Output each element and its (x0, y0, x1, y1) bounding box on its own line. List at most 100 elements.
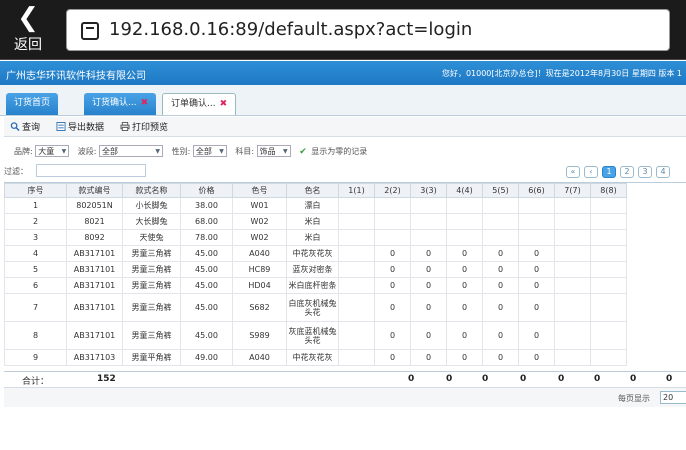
table-cell (518, 229, 555, 246)
table-row[interactable]: 1 802051N 小长脚兔 38.00 W01 漂白 (4, 197, 627, 214)
table-cell (518, 197, 555, 214)
column-header[interactable]: 4(4) (446, 183, 483, 198)
table-cell (482, 197, 519, 214)
export-icon (56, 122, 66, 131)
gender-select[interactable]: 全部 (192, 145, 227, 157)
address-bar[interactable]: 192.168.0.16:89/default.aspx?act=login (66, 9, 670, 51)
column-header[interactable]: 5(5) (482, 183, 519, 198)
table-cell (554, 277, 591, 294)
sum-value: 0 (408, 374, 415, 384)
table-cell: AB317101 (66, 321, 123, 350)
table-cell: 5 (4, 261, 67, 278)
column-header[interactable]: 8(8) (590, 183, 627, 198)
table-row[interactable]: 3 8092 天使兔 78.00 W02 米白 (4, 229, 627, 246)
table-cell (590, 213, 627, 230)
table-cell: W02 (232, 213, 287, 230)
table-row[interactable]: 2 8021 大长脚兔 68.00 W02 米白 (4, 213, 627, 230)
table-row[interactable]: 5 AB317101 男童三角裤 45.00 HC89 蓝灰对密条 0 0 0 0 0 (4, 261, 627, 278)
sum-value: 0 (482, 374, 489, 384)
filter-input[interactable] (36, 164, 146, 177)
column-header[interactable]: 6(6) (518, 183, 555, 198)
subject-select[interactable]: 饰品 (256, 145, 291, 157)
column-header[interactable]: 款式编号 (66, 183, 123, 198)
table-cell: 0 (410, 245, 447, 262)
column-header[interactable]: 色名 (286, 183, 339, 198)
table-cell: 0 (374, 261, 411, 278)
table-cell: 9 (4, 349, 67, 366)
page-button[interactable]: 1 (602, 166, 616, 178)
table-cell (554, 245, 591, 262)
table-cell (374, 229, 411, 246)
table-row[interactable]: 9 AB317103 男童平角裤 49.00 A040 中花灰花灰 0 0 0 0 0 (4, 349, 627, 366)
sum-label: 合计： (22, 377, 50, 387)
table-cell: 0 (446, 245, 483, 262)
column-header[interactable]: 价格 (180, 183, 233, 198)
table-row[interactable]: 6 AB317101 男童三角裤 45.00 HD04 米白底杆密条 0 0 0 0 0 (4, 277, 627, 294)
table-cell: 小长脚兔 (122, 197, 181, 214)
column-header[interactable]: 款式名称 (122, 183, 181, 198)
table-cell: 8 (4, 321, 67, 350)
show-zero-label: 显示为零的记录 (311, 147, 368, 156)
table-cell: 3 (4, 229, 67, 246)
page-button[interactable]: 3 (638, 166, 652, 178)
table-cell: 天使兔 (122, 229, 181, 246)
column-header[interactable]: 序号 (4, 183, 67, 198)
table-cell: 0 (482, 293, 519, 322)
action-toolbar: 查询 导出数据 打印预览 (4, 117, 686, 137)
table-cell: 0 (518, 261, 555, 278)
checkbox-checked-icon[interactable]: ✔ (299, 147, 307, 157)
table-cell (554, 321, 591, 350)
table-cell (410, 229, 447, 246)
table-cell: 8021 (66, 213, 123, 230)
close-icon[interactable]: ✖ (141, 98, 149, 108)
table-cell (554, 197, 591, 214)
table-row[interactable]: 7 AB317101 男童三角裤 45.00 S682 白底灰机械兔头花 0 0 0 0 0 (4, 293, 627, 322)
sum-total: 152 (97, 374, 116, 384)
table-cell: A040 (232, 245, 287, 262)
back-label: 返回 (14, 37, 42, 53)
table-cell: 0 (410, 293, 447, 322)
prev-page-icon[interactable]: ‹ (584, 166, 598, 178)
close-icon[interactable]: ✖ (220, 99, 228, 109)
table-cell (338, 349, 375, 366)
table-cell: 0 (446, 293, 483, 322)
table-cell: 0 (374, 245, 411, 262)
table-cell: 男童三角裤 (122, 261, 181, 278)
tab-order-home[interactable]: 订货首页 (6, 93, 59, 115)
column-header[interactable]: 色号 (232, 183, 287, 198)
tab-label: 订货确认... (92, 98, 137, 108)
brand-select[interactable]: 大童 (35, 145, 70, 157)
column-header[interactable]: 2(2) (374, 183, 411, 198)
column-header[interactable]: 1(1) (338, 183, 375, 198)
back-button[interactable]: ❮ 返回 (4, 4, 52, 56)
table-row[interactable]: 4 AB317101 男童三角裤 45.00 A040 中花灰花灰 0 0 0 0 0 (4, 245, 627, 262)
table-cell (590, 261, 627, 278)
tab-bill-confirm[interactable]: 订单确认... ✖ (162, 93, 237, 115)
table-cell: 0 (446, 277, 483, 294)
table-cell: 45.00 (180, 277, 233, 294)
table-cell: 男童平角裤 (122, 349, 181, 366)
query-button[interactable]: 查询 (10, 120, 40, 133)
table-cell: 6 (4, 277, 67, 294)
table-cell: 男童三角裤 (122, 245, 181, 262)
tab-order-confirm[interactable]: 订货确认... ✖ (84, 93, 157, 115)
table-cell: W01 (232, 197, 287, 214)
app-header: 广州志华环讯软件科技有限公司 您好，01000[北京办总仓]！现在是2012年8… (0, 61, 686, 85)
page-button[interactable]: 4 (656, 166, 670, 178)
table-row[interactable]: 8 AB317101 男童三角裤 45.00 S989 灰底蓝机械兔头花 0 0 0 0 0 (4, 321, 627, 350)
table-cell: 7 (4, 293, 67, 322)
table-cell (338, 245, 375, 262)
table-cell: 0 (518, 277, 555, 294)
band-select[interactable]: 全部 (99, 145, 164, 157)
table-cell: 男童三角裤 (122, 321, 181, 350)
table-cell: 0 (410, 261, 447, 278)
print-preview-button[interactable]: 打印预览 (120, 120, 168, 133)
per-page-select[interactable]: 20 (660, 391, 686, 404)
table-cell (590, 293, 627, 322)
column-header[interactable]: 7(7) (554, 183, 591, 198)
column-header[interactable]: 3(3) (410, 183, 447, 198)
export-button[interactable]: 导出数据 (56, 120, 104, 133)
page-button[interactable]: 2 (620, 166, 634, 178)
sum-value: 0 (558, 374, 565, 384)
first-page-icon[interactable]: « (566, 166, 580, 178)
